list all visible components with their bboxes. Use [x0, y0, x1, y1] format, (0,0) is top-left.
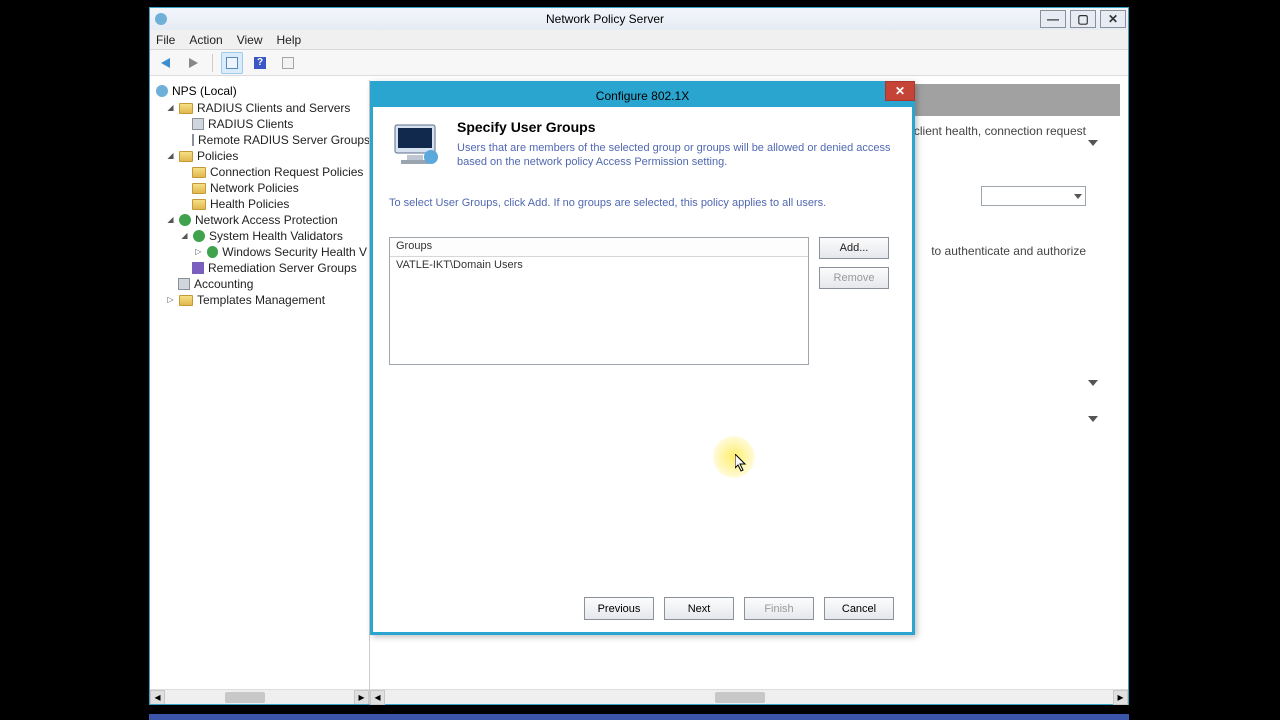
tree-label: RADIUS Clients and Servers — [197, 101, 350, 115]
tree-label: Windows Security Health V — [222, 245, 367, 259]
collapse-icon: ◢ — [166, 152, 175, 161]
tree-label: Connection Request Policies — [210, 165, 363, 179]
taskbar — [149, 714, 1129, 720]
back-button[interactable] — [154, 52, 176, 74]
tree-label: Policies — [197, 149, 238, 163]
tree-node-accounting[interactable]: Accounting — [156, 276, 367, 292]
add-button[interactable]: Add... — [819, 237, 889, 259]
tree-label: Network Access Protection — [195, 213, 338, 227]
tree-node-health-policies[interactable]: Health Policies — [156, 196, 367, 212]
dialog-description: Users that are members of the selected g… — [457, 141, 896, 170]
scroll-thumb[interactable] — [225, 692, 265, 703]
dialog-titlebar: Configure 802.1X — [373, 84, 912, 107]
previous-button[interactable]: Previous — [584, 597, 654, 620]
tree-label: Network Policies — [210, 181, 299, 195]
chevron-down-icon[interactable] — [1088, 416, 1098, 422]
groups-list-item[interactable]: VATLE-IKT\Domain Users — [390, 257, 808, 273]
page-icon — [192, 134, 194, 146]
shield-icon — [193, 230, 205, 242]
dialog-close-button[interactable]: ✕ — [885, 81, 915, 101]
scroll-right-icon[interactable]: ▸ — [354, 690, 369, 705]
chevron-down-icon[interactable] — [1088, 140, 1098, 146]
tree-node-policies[interactable]: ◢ Policies — [156, 148, 367, 164]
toolbar: ? — [150, 50, 1128, 76]
dialog-title: Configure 802.1X — [373, 89, 912, 103]
show-hide-tree-button[interactable] — [221, 52, 243, 74]
groups-list-header: Groups — [390, 238, 808, 257]
monitor-icon — [389, 119, 445, 175]
tree-label: RADIUS Clients — [208, 117, 293, 131]
menubar: File Action View Help — [150, 30, 1128, 50]
help-button[interactable]: ? — [249, 52, 271, 74]
nps-local-icon — [156, 85, 168, 97]
menu-help[interactable]: Help — [277, 33, 302, 47]
tree-label: Accounting — [194, 277, 253, 291]
shield-icon — [179, 214, 191, 226]
scroll-left-icon[interactable]: ◂ — [370, 690, 385, 705]
tree-label: Health Policies — [210, 197, 289, 211]
forward-button[interactable] — [182, 52, 204, 74]
cancel-button[interactable]: Cancel — [824, 597, 894, 620]
cursor-icon — [735, 454, 747, 472]
menu-file[interactable]: File — [156, 33, 175, 47]
chevron-down-icon[interactable] — [1088, 380, 1098, 386]
tree-hscrollbar[interactable]: ◂ ▸ — [150, 689, 369, 704]
finish-button[interactable]: Finish — [744, 597, 814, 620]
tree-node-remote-radius-groups[interactable]: Remote RADIUS Server Groups — [156, 132, 367, 148]
tree-root[interactable]: NPS (Local) — [156, 84, 367, 98]
dropdown-select[interactable] — [981, 186, 1086, 206]
close-window-button[interactable]: ✕ — [1100, 10, 1126, 28]
next-button[interactable]: Next — [664, 597, 734, 620]
dialog-instruction: To select User Groups, click Add. If no … — [389, 197, 896, 209]
tree-label: Remediation Server Groups — [208, 261, 357, 275]
tree-node-connection-request-policies[interactable]: Connection Request Policies — [156, 164, 367, 180]
dialog-heading: Specify User Groups — [457, 119, 896, 135]
tree-label: System Health Validators — [209, 229, 343, 243]
tree-node-windows-security-health[interactable]: ▷ Windows Security Health V — [156, 244, 367, 260]
scroll-left-icon[interactable]: ◂ — [150, 690, 165, 705]
folder-icon — [192, 199, 206, 210]
server-icon — [192, 262, 204, 274]
window-titlebar: Network Policy Server — ▢ ✕ — [150, 8, 1128, 30]
expand-icon: ▷ — [194, 248, 203, 257]
remove-button[interactable]: Remove — [819, 267, 889, 289]
console-tree: NPS (Local) ◢ RADIUS Clients and Servers… — [150, 80, 370, 704]
collapse-icon: ◢ — [166, 216, 175, 225]
click-highlight — [713, 436, 755, 478]
tree-node-remediation-server-groups[interactable]: Remediation Server Groups — [156, 260, 367, 276]
folder-icon — [192, 167, 206, 178]
folder-icon — [192, 183, 206, 194]
tree-node-radius-clients-servers[interactable]: ◢ RADIUS Clients and Servers — [156, 100, 367, 116]
tree-node-nap[interactable]: ◢ Network Access Protection — [156, 212, 367, 228]
minimize-button[interactable]: — — [1040, 10, 1066, 28]
collapse-icon: ◢ — [166, 104, 175, 113]
details-hscrollbar[interactable]: ◂ ▸ — [370, 689, 1128, 704]
folder-icon — [179, 151, 193, 162]
groups-listbox[interactable]: Groups VATLE-IKT\Domain Users — [389, 237, 809, 365]
menu-action[interactable]: Action — [189, 33, 222, 47]
tree-label: Templates Management — [197, 293, 325, 307]
tree-label: Remote RADIUS Server Groups — [198, 133, 370, 147]
page-icon — [192, 118, 204, 130]
tree-node-network-policies[interactable]: Network Policies — [156, 180, 367, 196]
tree-node-templates-management[interactable]: ▷ Templates Management — [156, 292, 367, 308]
folder-icon — [179, 103, 193, 114]
configure-8021x-dialog: Configure 802.1X ✕ Specify User Groups U… — [370, 81, 915, 635]
folder-icon — [179, 295, 193, 306]
maximize-button[interactable]: ▢ — [1070, 10, 1096, 28]
scroll-thumb[interactable] — [715, 692, 765, 703]
scroll-right-icon[interactable]: ▸ — [1113, 690, 1128, 705]
tree-node-system-health-validators[interactable]: ◢ System Health Validators — [156, 228, 367, 244]
expand-icon: ▷ — [166, 296, 175, 305]
tree-node-radius-clients[interactable]: RADIUS Clients — [156, 116, 367, 132]
window-title: Network Policy Server — [170, 12, 1040, 26]
collapse-icon: ◢ — [180, 232, 189, 241]
chevron-down-icon — [1074, 194, 1082, 199]
shield-icon — [207, 246, 219, 258]
nps-app-icon — [152, 13, 170, 25]
page-icon — [178, 278, 190, 290]
menu-view[interactable]: View — [237, 33, 263, 47]
refresh-button[interactable] — [277, 52, 299, 74]
tree-root-label: NPS (Local) — [172, 84, 237, 98]
